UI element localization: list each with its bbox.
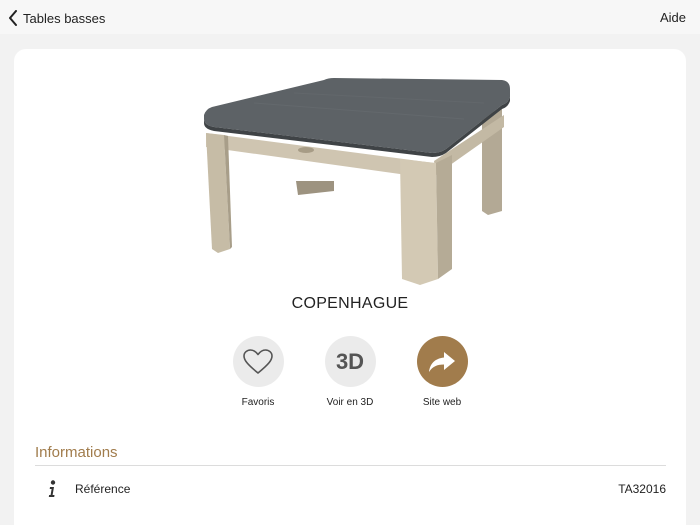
back-button[interactable]: Tables basses (8, 9, 105, 27)
heart-icon (243, 348, 273, 374)
reference-label: Référence (75, 482, 131, 496)
product-title: COPENHAGUE (291, 295, 409, 312)
info-icon (48, 480, 56, 497)
product-image (204, 78, 510, 285)
share-arrow-icon (429, 351, 455, 372)
view-3d-label: Voir en 3D (326, 397, 374, 408)
website-button[interactable]: Site web (402, 336, 482, 408)
website-circle (416, 336, 468, 387)
reference-value: TA32016 (618, 482, 666, 496)
view-3d-circle: 3D (324, 336, 376, 387)
view-3d-button[interactable]: 3D Voir en 3D (310, 336, 390, 408)
action-bar: Favoris 3D Voir en 3D Site web (14, 336, 686, 416)
website-label: Site web (422, 397, 462, 408)
3d-icon: 3D (335, 348, 365, 374)
help-button[interactable]: Aide (660, 10, 686, 25)
info-row-reference: Référence TA32016 (35, 477, 666, 501)
favorites-button[interactable]: Favoris (218, 336, 298, 408)
back-label: Tables basses (23, 10, 106, 26)
chevron-left-icon (9, 10, 17, 26)
product-card: COPENHAGUE Favoris 3D Voir en 3D Site we… (14, 49, 686, 525)
favorites-label: Favoris (241, 397, 275, 408)
section-title-informations: Informations (35, 444, 118, 461)
favorites-circle (232, 336, 284, 387)
section-divider (35, 465, 666, 466)
top-navigation-bar: Tables basses Aide (0, 0, 700, 34)
